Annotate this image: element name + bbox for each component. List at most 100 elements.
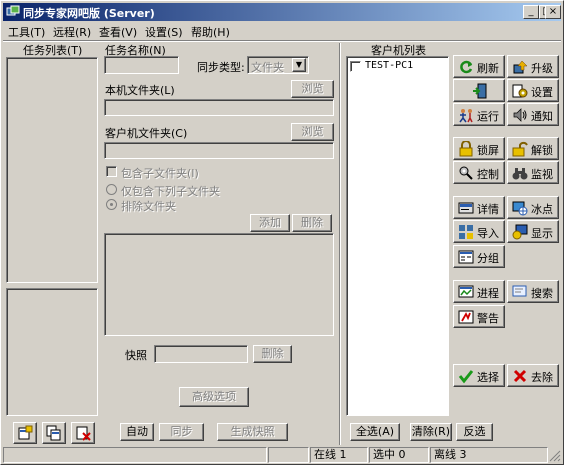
run-remote-button[interactable] bbox=[453, 79, 505, 102]
monitor-button[interactable]: 监视 bbox=[507, 161, 559, 184]
client-browse-button[interactable]: 浏览 bbox=[291, 123, 334, 141]
menu-help[interactable]: 帮助(H) bbox=[191, 24, 230, 40]
search-button[interactable]: 搜索 bbox=[507, 280, 559, 303]
new-task-button[interactable] bbox=[13, 422, 37, 444]
only-include-radio[interactable] bbox=[106, 184, 117, 195]
run-button[interactable]: 运行 bbox=[453, 103, 505, 126]
details-button[interactable]: 详情 bbox=[453, 196, 505, 219]
copy-task-button[interactable] bbox=[42, 422, 66, 444]
panel-divider bbox=[339, 43, 341, 445]
refresh-button[interactable]: 刷新 bbox=[453, 55, 505, 78]
copy-task-icon bbox=[46, 425, 61, 441]
checkmark-icon bbox=[458, 370, 474, 384]
menu-view[interactable]: 查看(V) bbox=[99, 24, 137, 40]
main-window: 同步专家网吧版 (Server) _ □ × 工具(T) 远程(R) 查看(V)… bbox=[0, 0, 564, 465]
client-folder-input[interactable] bbox=[104, 142, 334, 159]
auto-button[interactable]: 自动 bbox=[120, 423, 154, 441]
app-icon bbox=[6, 5, 20, 16]
status-online: 在线 1 bbox=[310, 447, 368, 463]
window-title: 同步专家网吧版 (Server) bbox=[23, 7, 155, 20]
import-button[interactable]: 导入 bbox=[453, 220, 505, 243]
search-icon bbox=[512, 285, 527, 297]
process-button[interactable]: 进程 bbox=[453, 280, 505, 303]
include-subfolders-checkbox[interactable] bbox=[106, 166, 117, 177]
settings-button[interactable]: 设置 bbox=[507, 79, 559, 102]
exclude-folders-label: 排除文件夹 bbox=[121, 200, 176, 213]
task-list-label: 任务列表(T) bbox=[23, 44, 83, 57]
sync-type-select[interactable]: 文件夹 ▼ bbox=[247, 56, 309, 74]
close-icon bbox=[513, 369, 527, 383]
refresh-icon bbox=[460, 60, 473, 74]
advanced-options-button[interactable]: 高级选项 bbox=[179, 387, 249, 407]
list-item[interactable]: TEST-PC1 bbox=[350, 60, 446, 73]
select-all-button[interactable]: 全选(A) bbox=[350, 423, 400, 441]
menu-settings[interactable]: 设置(S) bbox=[145, 24, 183, 40]
details-icon bbox=[458, 202, 474, 214]
task-list[interactable] bbox=[6, 57, 98, 283]
add-folder-button[interactable]: 添加 bbox=[250, 214, 290, 232]
generate-snapshot-button[interactable]: 生成快照 bbox=[217, 423, 288, 441]
client-name: TEST-PC1 bbox=[365, 60, 414, 71]
delete-task-icon bbox=[76, 426, 91, 441]
title-bar[interactable]: 同步专家网吧版 (Server) _ □ bbox=[3, 3, 561, 21]
client-checkbox[interactable] bbox=[350, 61, 361, 72]
status-selected: 选中 0 bbox=[369, 447, 429, 463]
clear-button[interactable]: 清除(R) bbox=[410, 423, 452, 441]
remove-button[interactable]: 去除 bbox=[507, 364, 559, 387]
snapshot-input[interactable] bbox=[154, 345, 248, 363]
unlock-icon bbox=[512, 141, 528, 157]
group-button[interactable]: 分组 bbox=[453, 245, 505, 268]
notify-button[interactable]: 通知 bbox=[507, 103, 559, 126]
door-run-icon bbox=[473, 83, 487, 99]
alert-button[interactable]: 警告 bbox=[453, 305, 505, 328]
menu-separator bbox=[3, 40, 561, 42]
sync-button[interactable]: 同步 bbox=[159, 423, 204, 441]
display-icon bbox=[512, 224, 528, 240]
new-task-icon bbox=[18, 425, 33, 440]
status-pane-blank bbox=[268, 447, 309, 463]
run-icon bbox=[459, 109, 473, 123]
upgrade-icon bbox=[513, 60, 528, 74]
close-button[interactable]: × bbox=[545, 5, 561, 19]
import-icon bbox=[459, 225, 473, 239]
unlock-button[interactable]: 解锁 bbox=[507, 137, 559, 160]
task-name-input[interactable] bbox=[104, 56, 179, 74]
local-browse-button[interactable]: 浏览 bbox=[291, 80, 334, 98]
local-folder-input[interactable] bbox=[104, 99, 334, 116]
process-icon bbox=[458, 285, 474, 298]
menu-remote[interactable]: 远程(R) bbox=[53, 24, 91, 40]
snapshot-label: 快照 bbox=[125, 349, 147, 362]
sync-type-label: 同步类型: bbox=[197, 61, 245, 74]
display-button[interactable]: 显示 bbox=[507, 220, 559, 243]
menu-tools[interactable]: 工具(T) bbox=[8, 24, 45, 40]
client-folder-label: 客户机文件夹(C) bbox=[105, 127, 188, 140]
exclude-folders-radio[interactable] bbox=[106, 199, 117, 210]
lock-screen-button[interactable]: 锁屏 bbox=[453, 137, 505, 160]
include-subfolders-label: 包含子文件夹(I) bbox=[121, 167, 199, 180]
settings-icon bbox=[512, 84, 528, 98]
control-button[interactable]: 控制 bbox=[453, 161, 505, 184]
delete-folder-button[interactable]: 删除 bbox=[292, 214, 332, 232]
invert-selection-button[interactable]: 反选 bbox=[456, 423, 493, 441]
upgrade-button[interactable]: 升级 bbox=[507, 55, 559, 78]
group-icon bbox=[458, 250, 474, 264]
control-icon bbox=[459, 166, 473, 180]
only-include-label: 仅包含下列子文件夹 bbox=[121, 185, 220, 198]
client-list[interactable]: TEST-PC1 bbox=[346, 56, 449, 416]
delete-task-button[interactable] bbox=[71, 422, 95, 444]
local-folder-label: 本机文件夹(L) bbox=[105, 84, 175, 97]
lock-icon bbox=[459, 141, 473, 157]
chevron-down-icon[interactable]: ▼ bbox=[292, 58, 306, 72]
task-detail-list[interactable] bbox=[6, 288, 98, 416]
folder-list[interactable] bbox=[104, 233, 334, 336]
snapshot-delete-button[interactable]: 删除 bbox=[253, 345, 292, 363]
minimize-button[interactable]: _ bbox=[523, 5, 539, 19]
resize-grip-icon[interactable] bbox=[549, 450, 561, 462]
sync-type-value: 文件夹 bbox=[251, 61, 284, 74]
binoculars-icon bbox=[512, 168, 528, 180]
freeze-button[interactable]: 冰点 bbox=[507, 196, 559, 219]
select-button[interactable]: 选择 bbox=[453, 364, 505, 387]
freeze-icon bbox=[512, 201, 528, 216]
status-offline: 离线 3 bbox=[430, 447, 548, 463]
speaker-icon bbox=[513, 108, 527, 122]
